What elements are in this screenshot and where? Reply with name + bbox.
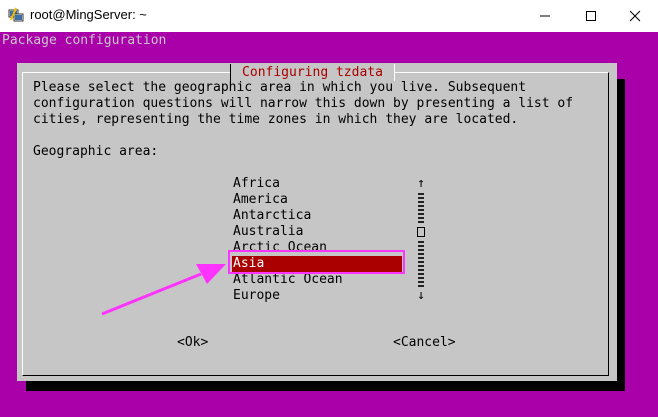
geographic-area-list[interactable]: Africa America Antarctica Australia Arct… xyxy=(232,176,402,304)
list-item-africa[interactable]: Africa xyxy=(232,176,402,192)
scrollbar-track xyxy=(415,240,427,256)
list-item-atlantic-ocean[interactable]: Atlantic Ocean xyxy=(232,272,402,288)
list-item-arctic-ocean[interactable]: Arctic Ocean xyxy=(232,240,402,256)
close-icon xyxy=(629,10,641,22)
minimize-icon xyxy=(540,15,550,17)
package-configuration-header: Package configuration xyxy=(2,33,167,48)
maximize-button[interactable] xyxy=(568,0,614,32)
geographic-area-label: Geographic area: xyxy=(33,144,159,159)
list-item-asia[interactable]: Asia xyxy=(232,256,402,272)
scroll-down-arrow-icon[interactable]: ↓ xyxy=(415,288,427,304)
dialog-title: Configuring tzdata xyxy=(230,64,395,81)
cancel-button[interactable]: <Cancel> xyxy=(393,335,456,350)
list-scrollbar[interactable]: ↑ ↓ xyxy=(415,176,427,304)
scrollbar-track xyxy=(415,272,427,288)
scrollbar-thumb[interactable] xyxy=(415,224,427,240)
prompt-line-3: cities, representing the time zones in w… xyxy=(33,112,519,127)
maximize-icon xyxy=(586,11,596,21)
prompt-line-1: Please select the geographic area in whi… xyxy=(33,80,527,95)
close-button[interactable] xyxy=(612,0,658,32)
putty-icon xyxy=(8,7,24,22)
scrollbar-track xyxy=(415,256,427,272)
window-titlebar[interactable]: root@MingServer: ~ xyxy=(0,0,658,32)
list-item-europe[interactable]: Europe xyxy=(232,288,402,304)
scroll-up-arrow-icon[interactable]: ↑ xyxy=(415,176,427,192)
list-item-australia[interactable]: Australia xyxy=(232,224,402,240)
ok-button[interactable]: <Ok> xyxy=(177,335,208,350)
scrollbar-track xyxy=(415,208,427,224)
prompt-line-2: configuration questions will narrow this… xyxy=(33,96,574,111)
minimize-button[interactable] xyxy=(522,0,568,32)
tzdata-dialog: Configuring tzdata Please select the geo… xyxy=(17,63,617,381)
list-item-america[interactable]: America xyxy=(232,192,402,208)
scrollbar-track xyxy=(415,192,427,208)
list-item-antarctica[interactable]: Antarctica xyxy=(232,208,402,224)
window-title: root@MingServer: ~ xyxy=(30,7,147,22)
